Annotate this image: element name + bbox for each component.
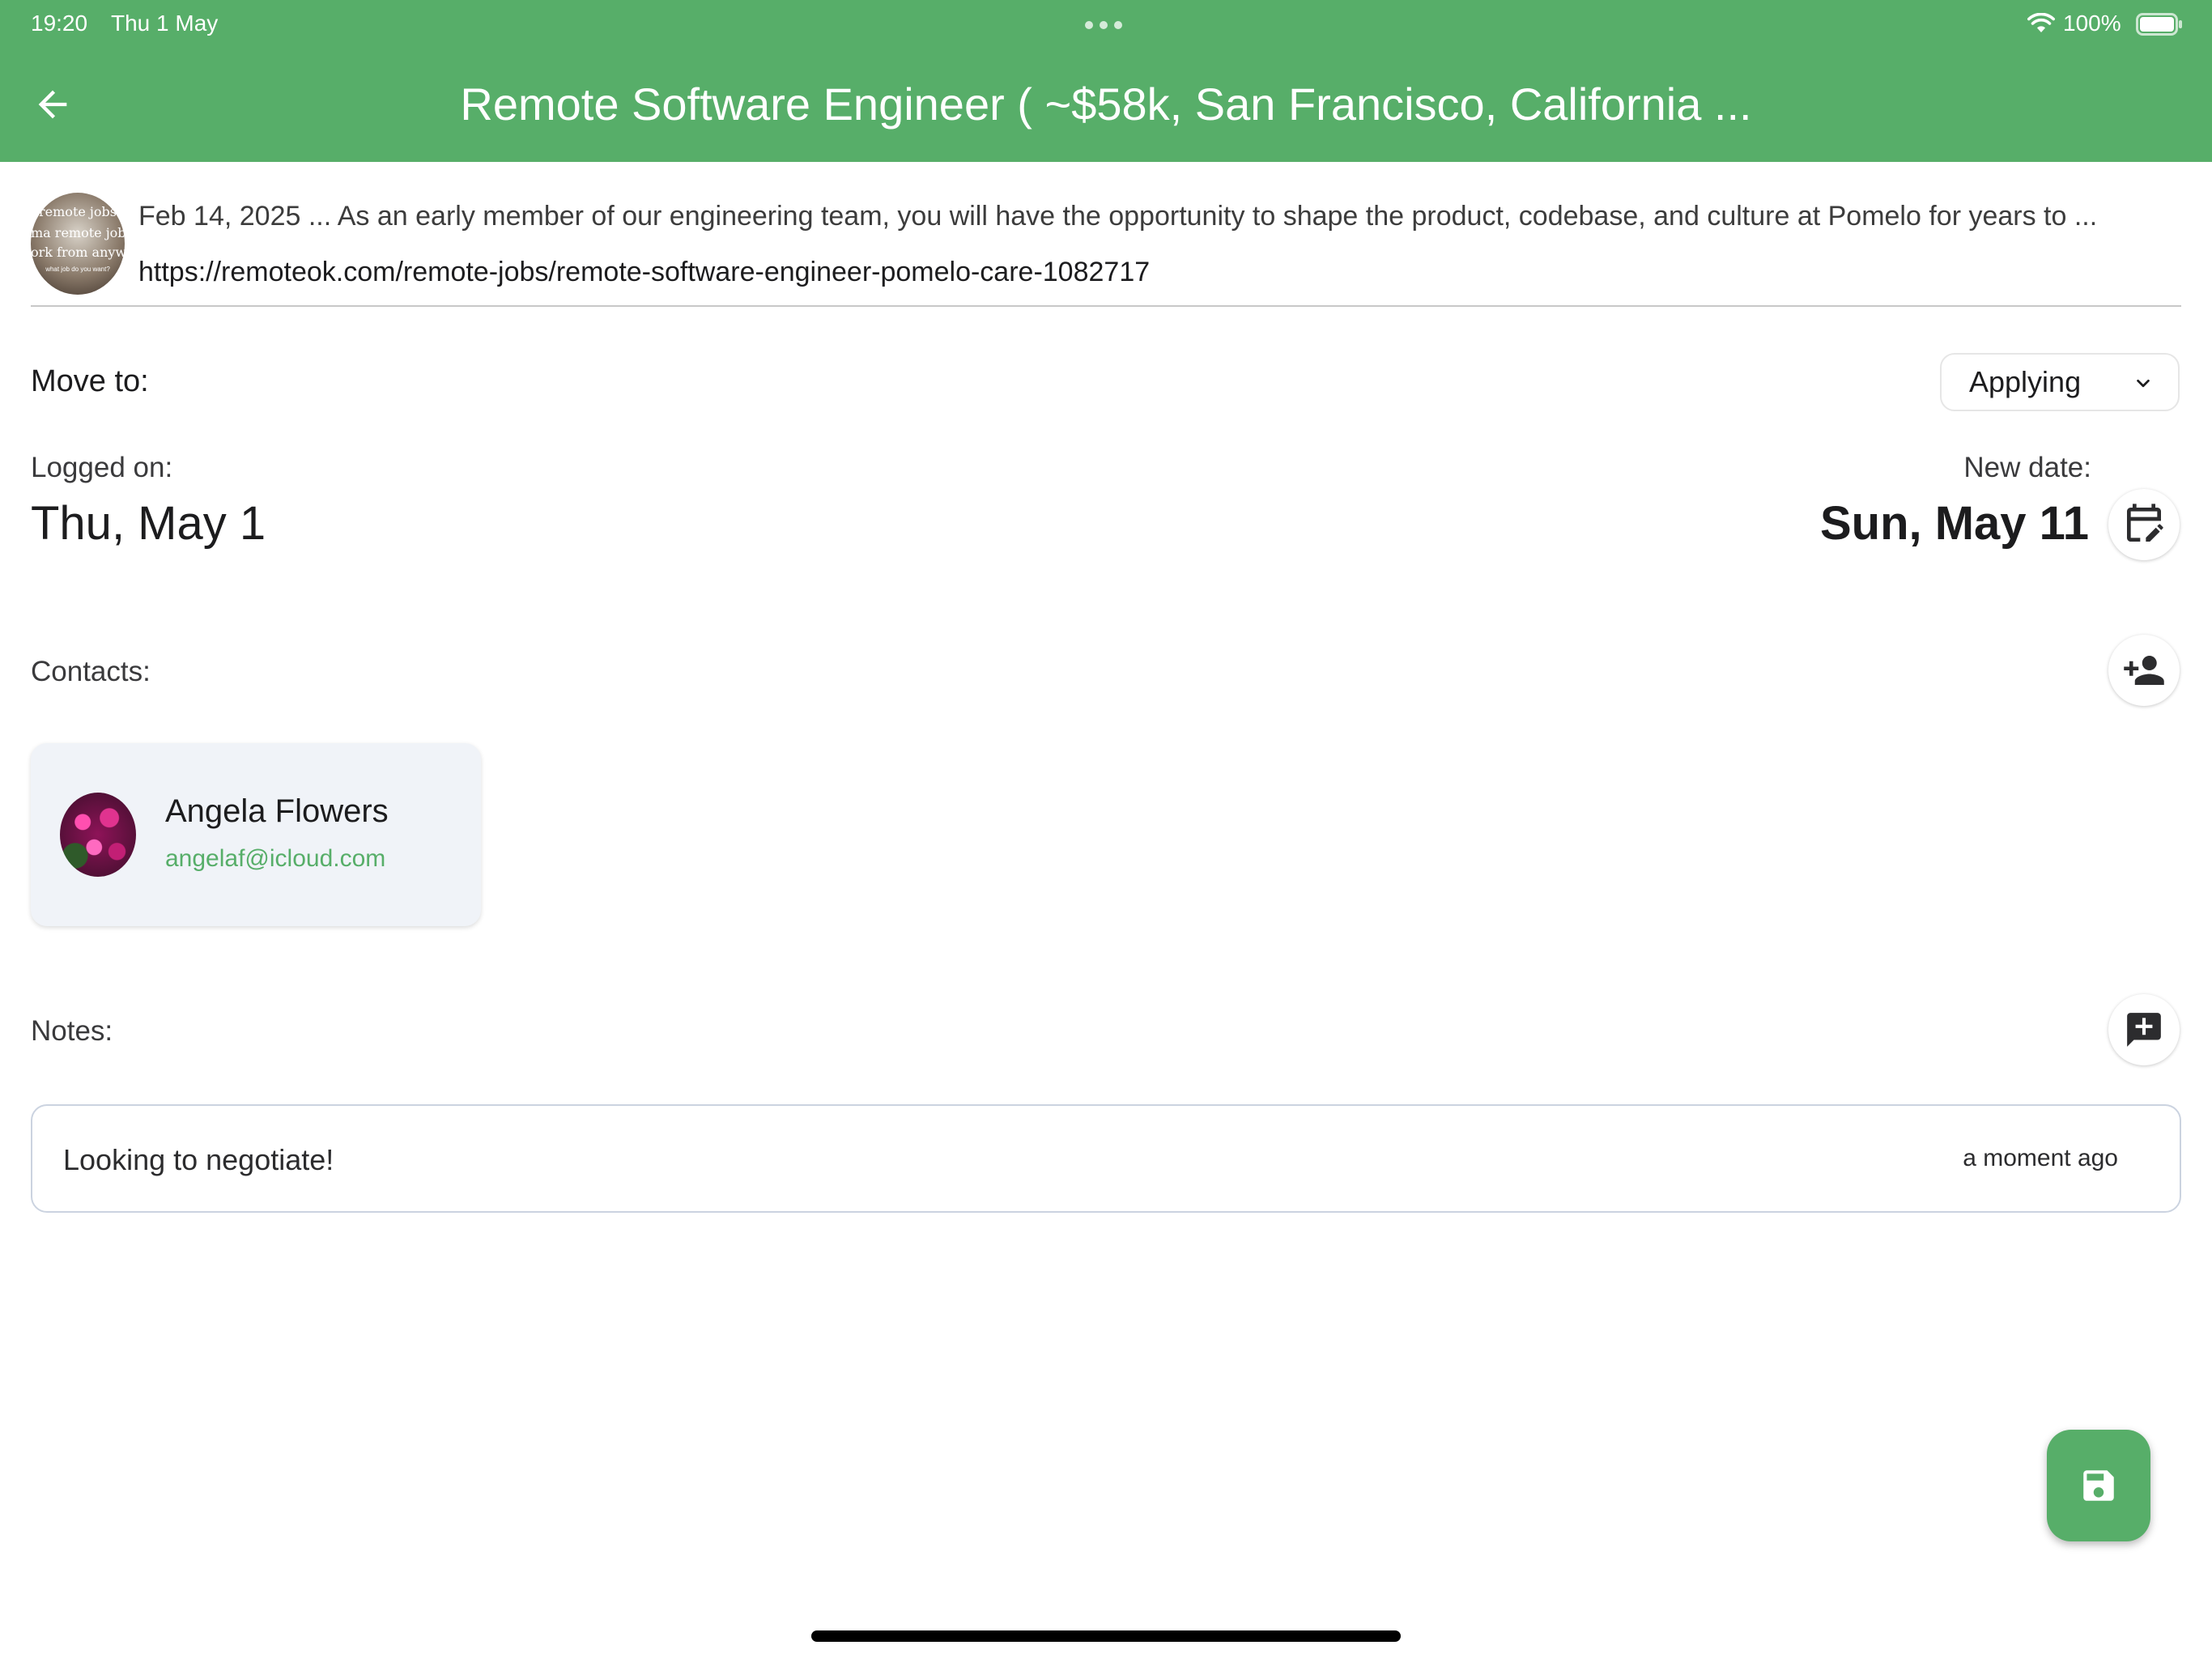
save-icon: [2083, 1470, 2114, 1501]
status-time: 19:20: [31, 11, 88, 36]
new-date-value: Sun, May 11: [1819, 497, 2089, 550]
job-thumbnail: remote jobs ma remote job ork from anywh…: [31, 193, 125, 295]
job-url-link[interactable]: https://remoteok.com/remote-jobs/remote-…: [138, 255, 2163, 289]
note-timestamp: a moment ago: [1963, 1145, 2118, 1171]
note-add-icon: [2127, 1013, 2161, 1047]
logged-on-label: Logged on:: [31, 452, 173, 483]
contact-name: Angela Flowers: [165, 793, 389, 829]
save-button[interactable]: [2047, 1430, 2150, 1541]
person-add-icon: [2124, 656, 2164, 685]
contact-email[interactable]: angelaf@icloud.com: [165, 845, 385, 873]
notes-label: Notes:: [31, 1015, 113, 1047]
note-item[interactable]: Looking to negotiate! a moment ago: [31, 1104, 2181, 1213]
stage-dropdown-value: Applying: [1969, 365, 2082, 398]
new-date-label: New date:: [1963, 452, 2091, 483]
job-snippet: Feb 14, 2025 ... As an early member of o…: [138, 201, 2098, 232]
job-detail-screen: 19:20 Thu 1 May 100% Remote Software Eng…: [0, 0, 2212, 1658]
status-date: Thu 1 May: [111, 11, 219, 36]
calendar-edit-button[interactable]: [2108, 489, 2180, 560]
logged-on-date: Thu, May 1: [31, 497, 266, 550]
stage-dropdown[interactable]: Applying: [1940, 353, 2180, 411]
calendar-edit-icon: [2127, 504, 2163, 542]
add-contact-button[interactable]: [2108, 635, 2180, 706]
home-indicator[interactable]: [811, 1630, 1401, 1642]
wifi-icon: [2027, 13, 2055, 32]
arrow-left-icon: [38, 90, 67, 119]
back-button[interactable]: [23, 74, 83, 134]
contact-card[interactable]: Angela Flowers angelaf@icloud.com: [31, 743, 481, 926]
move-to-label: Move to:: [31, 364, 149, 398]
app-header: 19:20 Thu 1 May 100% Remote Software Eng…: [0, 0, 2212, 162]
multitasking-dots-icon[interactable]: [1085, 21, 1122, 29]
battery-icon: [2136, 13, 2182, 36]
contacts-label: Contacts:: [31, 656, 151, 687]
contact-avatar: [60, 793, 136, 877]
chevron-down-icon: [2137, 379, 2150, 388]
page-title: Remote Software Engineer ( ~$58k, San Fr…: [460, 79, 1752, 130]
divider: [31, 305, 2181, 307]
add-note-button[interactable]: [2108, 994, 2180, 1065]
battery-percentage: 100%: [2063, 11, 2121, 36]
note-text: Looking to negotiate!: [63, 1143, 334, 1176]
